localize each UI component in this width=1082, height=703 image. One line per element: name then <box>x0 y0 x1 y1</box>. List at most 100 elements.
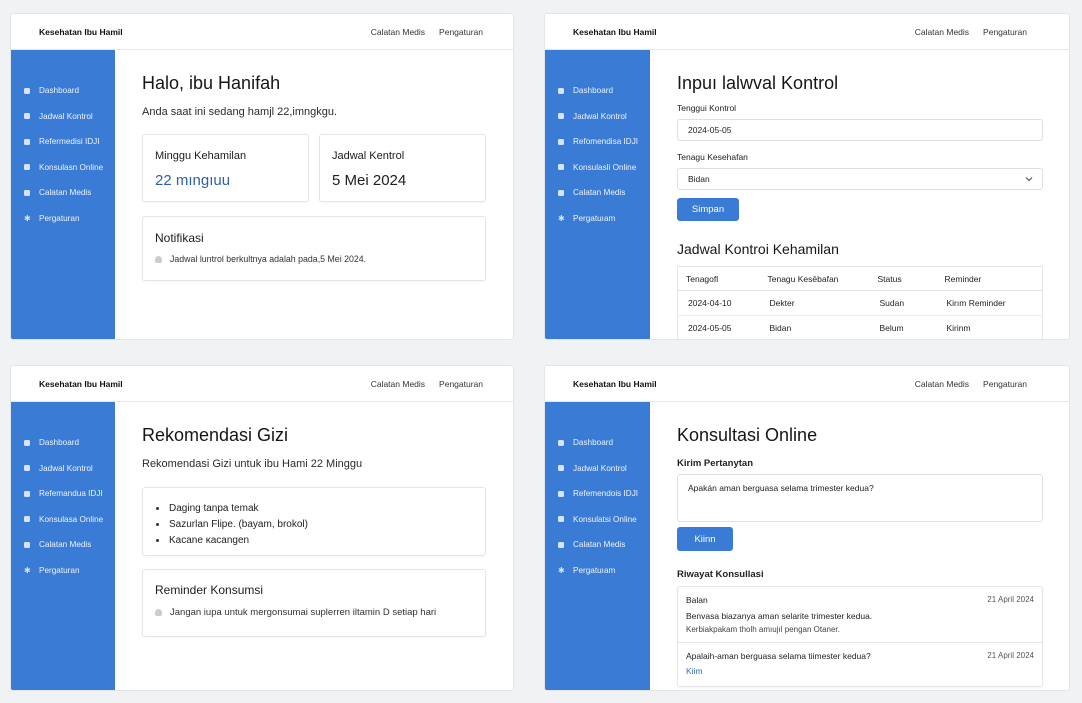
nav-medical-records[interactable]: Calatan Medis <box>915 379 969 389</box>
app-brand[interactable]: Kesehatan Ibu Hamil <box>39 27 123 37</box>
send-reminder-link[interactable]: Kirinm <box>936 315 1043 339</box>
records-icon <box>558 541 564 548</box>
records-icon <box>24 189 30 196</box>
chat-icon <box>558 516 564 523</box>
nutrition-list-card: Daging tanpa temak Sazurlan Flipe. (baya… <box>142 487 486 556</box>
save-button[interactable]: Simpan <box>677 198 739 221</box>
sidebar-item-dashboard[interactable]: Dashboard <box>545 78 650 104</box>
page-title: Rekomendasi Gizi <box>142 425 289 445</box>
date-label: Tenggui Kontrol <box>677 103 737 113</box>
top-bar: Kesehatan Ibu Hamil Calatan Medis Pengat… <box>11 14 513 50</box>
sidebar-item-schedule[interactable]: Jadwal Kontrol <box>545 456 650 482</box>
sidebar-item-records[interactable]: Calatan Medis <box>545 532 650 558</box>
week-card-label: Minggu Kehamilan <box>155 150 247 162</box>
nutrition-screen: Kesehatan Ibu Hamil Calatan Medis Pengat… <box>10 365 514 691</box>
sidebar-item-nutrition[interactable]: Refermedisi IDJI <box>11 129 115 155</box>
sidebar-item-dashboard[interactable]: Dashboard <box>11 78 115 104</box>
sidebar-item-settings[interactable]: ✱ Pergatuıam <box>545 206 650 232</box>
control-schedule-card: Jadwal Kentrol 5 Mei 2024 <box>319 134 486 202</box>
sidebar-item-settings[interactable]: ✱ Pergaturan <box>11 558 115 584</box>
gear-icon: ✱ <box>558 213 565 223</box>
send-reminder-link[interactable]: Kirım Reminder <box>936 290 1043 316</box>
chevron-down-icon <box>1025 177 1033 182</box>
sidebar-item-schedule[interactable]: Jadwal Kontrol <box>11 456 115 482</box>
sidebar: Dashboard Jadwal Kontrol Refemandua IDJI… <box>11 402 115 690</box>
sidebar-item-consult[interactable]: Konsulatsi Online <box>545 507 650 533</box>
sidebar-item-nutrition[interactable]: Refemendois IDJI <box>545 481 650 507</box>
reminder-title: Reminder Konsumsi <box>155 583 264 597</box>
records-icon <box>558 189 564 196</box>
top-nav: Calatan Medis Pengaturan <box>915 379 1027 389</box>
top-nav: Calatan Medis Pengaturan <box>371 27 483 37</box>
sidebar: Dashboard Jadwal Kontrol Refemendois IDJ… <box>545 402 650 690</box>
app-brand[interactable]: Kesehatan Ibu Hamil <box>39 379 123 389</box>
app-brand[interactable]: Kesehatan Ibu Hamil <box>573 27 657 37</box>
question-textarea[interactable]: Apakán aman berguasa selama trimester ke… <box>677 474 1043 522</box>
app-brand[interactable]: Kesehatan Ibu Hamil <box>573 379 657 389</box>
gear-icon: ✱ <box>24 213 31 223</box>
nav-medical-records[interactable]: Calatan Medis <box>371 379 425 389</box>
sidebar: Dashboard Jadwal Kontrol Refermedisi IDJ… <box>11 50 115 339</box>
send-button[interactable]: Kiinn <box>677 527 733 551</box>
sidebar-item-records[interactable]: Calatan Medis <box>545 180 650 206</box>
pregnancy-week-card: Minggu Kehamilan 22 mıngıuu <box>142 134 309 202</box>
table-header-row: Tenagofl Tenagu Kesēbafan Status Reminde… <box>677 266 1043 291</box>
history-date: 21 April 2024 <box>987 651 1034 660</box>
nav-settings[interactable]: Pengaturan <box>439 27 483 37</box>
notification-title: Notifikasi <box>155 231 204 245</box>
page-subtitle: Anda saat ini sedang hamjl 22,imngkgu. <box>142 106 338 118</box>
schedule-table-title: Jadwal Kontroi Kehamilan <box>677 241 839 257</box>
sidebar-item-records[interactable]: Calatan Medis <box>11 532 115 558</box>
sidebar-item-consult[interactable]: Konsulasn Online <box>11 155 115 181</box>
schedule-screen: Kesehatan Ibu Hamil Calatan Medis Pengat… <box>544 13 1070 340</box>
calendar-icon <box>24 113 30 120</box>
sidebar-item-dashboard[interactable]: Dashboard <box>11 430 115 456</box>
history-title: Riwayat Konsullasi <box>677 569 764 580</box>
history-item[interactable]: Balan 21 April 2024 Benvasa biazanya ama… <box>678 587 1042 643</box>
sidebar-item-schedule[interactable]: Jadwal Kontrol <box>11 104 115 130</box>
date-input[interactable]: 2024-05-05 <box>677 119 1043 141</box>
bell-icon <box>155 255 162 263</box>
gear-icon: ✱ <box>558 565 565 575</box>
sidebar-item-records[interactable]: Calatan Medis <box>11 180 115 206</box>
nav-medical-records[interactable]: Calatan Medis <box>371 27 425 37</box>
history-item[interactable]: Apalaih-aman berguasa selama tiimester k… <box>678 643 1042 688</box>
dashboard-screen: Kesehatan Ibu Hamil Calatan Medis Pengat… <box>10 13 514 340</box>
page-title: Halo, ibu Hanifah <box>142 73 281 93</box>
staff-label: Tenagu Kesehafan <box>677 152 748 162</box>
sidebar-item-nutrition[interactable]: Refemandua IDJI <box>11 481 115 507</box>
chat-icon <box>24 164 30 171</box>
sidebar-item-consult[interactable]: Konsulasa Online <box>11 507 115 533</box>
nav-settings[interactable]: Pengaturan <box>439 379 483 389</box>
sidebar: Dashboard Jadwal Kontrol Refomendisa IDJ… <box>545 50 650 339</box>
dashboard-icon <box>24 87 30 94</box>
nav-medical-records[interactable]: Calatan Medis <box>915 27 969 37</box>
week-card-value: 22 mıngıuu <box>155 172 231 189</box>
main-content: Rekomendasi Gizi Rekomendasi Gizi untuk … <box>115 402 513 690</box>
sidebar-item-settings[interactable]: ✱ Pergatuıam <box>545 558 650 584</box>
nutrition-icon <box>24 490 30 497</box>
nutrition-icon <box>558 138 564 145</box>
dashboard-icon <box>558 87 564 94</box>
calendar-icon <box>558 465 564 472</box>
sidebar-item-dashboard[interactable]: Dashboard <box>545 430 650 456</box>
sidebar-item-nutrition[interactable]: Refomendisa IDJI <box>545 129 650 155</box>
history-question: Apalaih-aman berguasa selama tiimester k… <box>686 651 871 661</box>
top-bar: Kesehatan Ibu Hamil Calatan Medis Pengat… <box>11 366 513 402</box>
sidebar-item-schedule[interactable]: Jadwal Kontrol <box>545 104 650 130</box>
records-icon <box>24 541 30 548</box>
history-message-cont: Kerbiakpakam tholh amıujıl pengan Otaner… <box>686 625 840 634</box>
nav-settings[interactable]: Pengaturan <box>983 379 1027 389</box>
nav-settings[interactable]: Pengaturan <box>983 27 1027 37</box>
calendar-icon <box>24 465 30 472</box>
nutrition-list: Daging tanpa temak Sazurlan Flipe. (baya… <box>156 500 308 548</box>
control-card-value: 5 Mei 2024 <box>332 172 407 189</box>
main-content: Inpuı lalwval Kontrol Tenggui Kontrol 20… <box>650 50 1069 339</box>
staff-select[interactable]: Bidan <box>677 168 1043 190</box>
sidebar-item-consult[interactable]: Konsulasli Online <box>545 155 650 181</box>
reminder-card: Reminder Konsumsi Jangan iupa untuk merg… <box>142 569 486 637</box>
history-send-link[interactable]: Kiim <box>686 666 703 676</box>
sidebar-item-settings[interactable]: ✱ Pergaturan <box>11 206 115 232</box>
notification-card: Notifikasi Jadwal luntrol berkultnya ada… <box>142 216 486 281</box>
list-item: Sazurlan Flipe. (bayam, brokol) <box>156 516 308 532</box>
